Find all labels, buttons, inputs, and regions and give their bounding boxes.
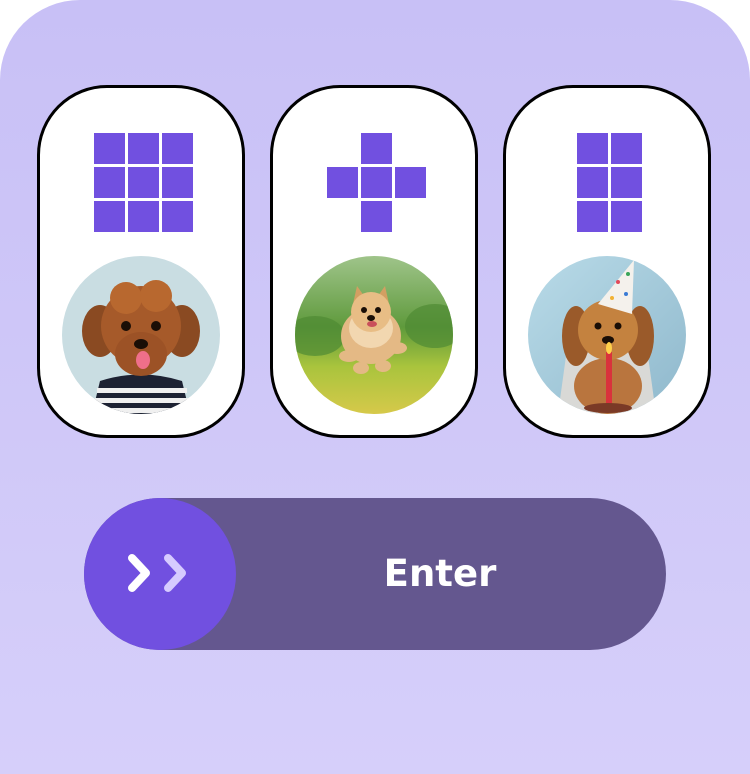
app-screen: Enter — [0, 0, 750, 774]
slide-to-enter-track[interactable]: Enter — [84, 498, 666, 650]
enter-label: Enter — [383, 552, 497, 595]
grid-2x3-icon — [577, 133, 642, 232]
option-card-3[interactable] — [503, 85, 711, 438]
double-chevron-right-icon — [128, 554, 186, 592]
option-card-1[interactable] — [37, 85, 245, 438]
toy-poodle-striped-shirt-photo — [62, 256, 220, 414]
plus-cross-icon — [327, 133, 426, 232]
option-card-2[interactable] — [270, 85, 478, 438]
grid-3x3-icon — [94, 133, 193, 232]
dog-with-party-hat-and-candle-photo — [528, 256, 686, 414]
pomeranian-running-on-grass-photo — [295, 256, 453, 414]
slider-knob[interactable] — [84, 498, 236, 650]
